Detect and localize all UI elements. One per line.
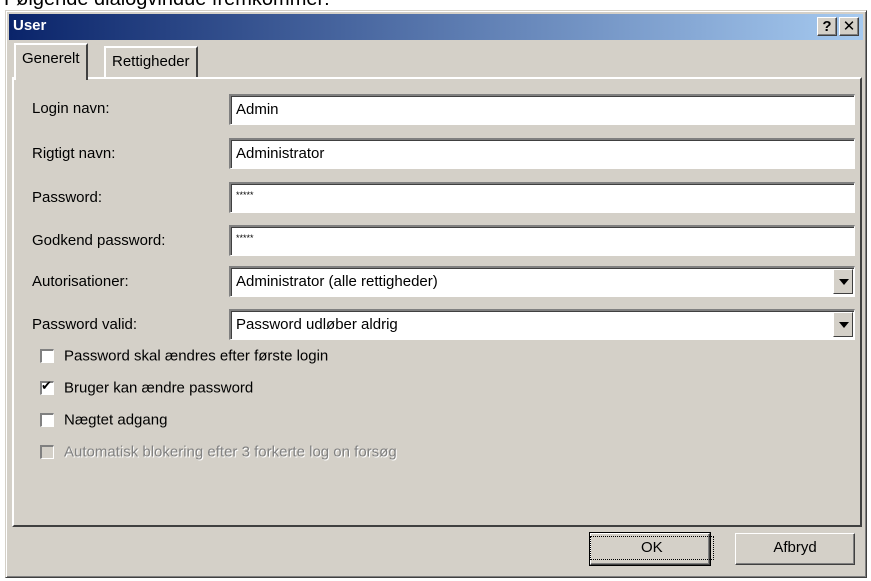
window-title: User bbox=[13, 17, 47, 34]
password-valid-value: Password udløber aldrig bbox=[236, 316, 398, 333]
authorisations-label: Autorisationer: bbox=[32, 273, 129, 290]
confirm-password-label: Godkend password: bbox=[32, 232, 166, 249]
password-label: Password: bbox=[32, 189, 103, 206]
login-name-input[interactable]: Admin bbox=[229, 94, 855, 125]
checkbox-box-disabled bbox=[40, 445, 54, 460]
cancel-button[interactable]: Afbryd bbox=[735, 533, 855, 565]
close-button[interactable]: ✕ bbox=[839, 17, 859, 36]
checkbox-box-checked[interactable] bbox=[40, 378, 54, 396]
checkbox-change-password-first-login[interactable]: Password skal ændres efter første login bbox=[40, 347, 328, 365]
chevron-down-icon[interactable] bbox=[833, 312, 853, 337]
checkbox-box[interactable] bbox=[40, 349, 54, 364]
checkbox-label: Nægtet adgang bbox=[64, 411, 168, 429]
checkbox-user-can-change-password[interactable]: Bruger kan ændre password bbox=[40, 378, 254, 397]
authorisations-select[interactable]: Administrator (alle rettigheder) bbox=[229, 266, 855, 297]
help-button[interactable]: ? bbox=[817, 17, 837, 36]
ok-button[interactable]: OK bbox=[589, 532, 714, 566]
tab-rettigheder[interactable]: Rettigheder bbox=[104, 46, 198, 77]
login-name-label: Login navn: bbox=[32, 100, 110, 117]
tab-rettigheder-label: Rettigheder bbox=[112, 53, 190, 70]
ok-button-label: OK bbox=[590, 536, 714, 560]
tab-generelt[interactable]: Generelt bbox=[14, 43, 88, 80]
password-valid-select[interactable]: Password udløber aldrig bbox=[229, 309, 855, 340]
cancel-button-label: Afbryd bbox=[773, 539, 817, 556]
confirm-password-input[interactable]: ***** bbox=[229, 225, 855, 256]
user-dialog: User ? ✕ Generelt Rettigheder Login navn… bbox=[5, 10, 867, 578]
checkbox-auto-lock: Automatisk blokering efter 3 forkerte lo… bbox=[40, 443, 397, 461]
checkbox-label: Bruger kan ændre password bbox=[64, 379, 254, 397]
checkbox-box[interactable] bbox=[40, 413, 54, 428]
authorisations-value: Administrator (alle rettigheder) bbox=[236, 273, 438, 290]
real-name-input[interactable]: Administrator bbox=[229, 138, 855, 169]
checkbox-label: Automatisk blokering efter 3 forkerte lo… bbox=[64, 443, 397, 461]
tab-generelt-label: Generelt bbox=[22, 50, 80, 67]
checkbox-label: Password skal ændres efter første login bbox=[64, 347, 329, 365]
chevron-down-icon[interactable] bbox=[833, 269, 853, 294]
real-name-label: Rigtigt navn: bbox=[32, 145, 116, 162]
password-input[interactable]: ***** bbox=[229, 182, 855, 213]
checkbox-access-denied[interactable]: Nægtet adgang bbox=[40, 411, 167, 429]
title-bar[interactable]: User ? ✕ bbox=[9, 14, 863, 40]
password-valid-label: Password valid: bbox=[32, 316, 138, 333]
